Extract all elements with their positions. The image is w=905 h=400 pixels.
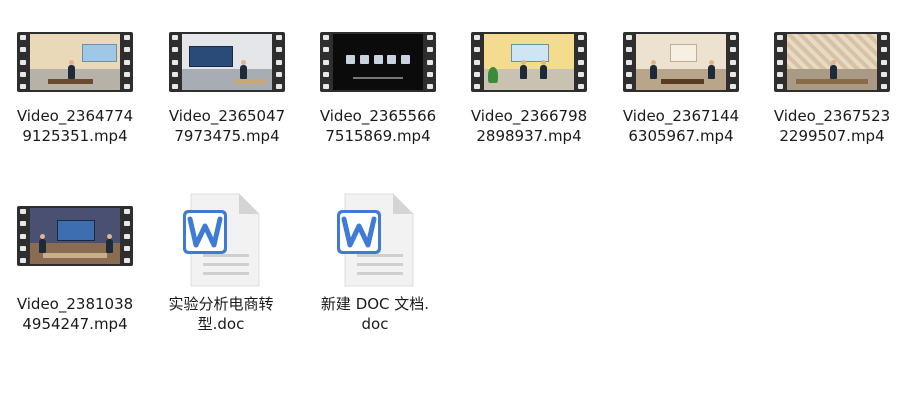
file-video-3[interactable]: Video_2365566 7515869.mp4 — [303, 0, 453, 146]
wps-word-doc-icon — [177, 188, 265, 292]
file-doc-1[interactable]: 实验分析电商转 型.doc — [146, 174, 296, 334]
file-name: Video_2366798 2898937.mp4 — [470, 107, 588, 145]
video-thumbnail-icon — [320, 32, 436, 92]
file-name: Video_2365566 7515869.mp4 — [319, 107, 437, 145]
video-thumbnail-icon — [17, 206, 133, 266]
file-video-1[interactable]: Video_2364774 9125351.mp4 — [0, 0, 150, 146]
video-thumbnail-icon — [471, 32, 587, 92]
file-name: Video_2365047 7973475.mp4 — [168, 107, 286, 145]
video-thumbnail-icon — [774, 32, 890, 92]
wps-word-doc-icon — [331, 188, 419, 292]
file-doc-2[interactable]: 新建 DOC 文档. doc — [300, 174, 450, 334]
file-name: 新建 DOC 文档. doc — [320, 295, 430, 333]
file-video-4[interactable]: Video_2366798 2898937.mp4 — [454, 0, 604, 146]
file-video-7[interactable]: Video_2381038 4954247.mp4 — [0, 174, 150, 334]
file-name: Video_2367523 2299507.mp4 — [773, 107, 891, 145]
file-video-5[interactable]: Video_2367144 6305967.mp4 — [606, 0, 756, 146]
file-video-6[interactable]: Video_2367523 2299507.mp4 — [757, 0, 905, 146]
video-thumbnail-icon — [17, 32, 133, 92]
file-video-2[interactable]: Video_2365047 7973475.mp4 — [152, 0, 302, 146]
file-name: Video_2367144 6305967.mp4 — [622, 107, 740, 145]
video-thumbnail-icon — [169, 32, 285, 92]
video-thumbnail-icon — [623, 32, 739, 92]
file-name: 实验分析电商转 型.doc — [168, 295, 274, 333]
file-name: Video_2381038 4954247.mp4 — [16, 295, 134, 333]
file-name: Video_2364774 9125351.mp4 — [16, 107, 134, 145]
